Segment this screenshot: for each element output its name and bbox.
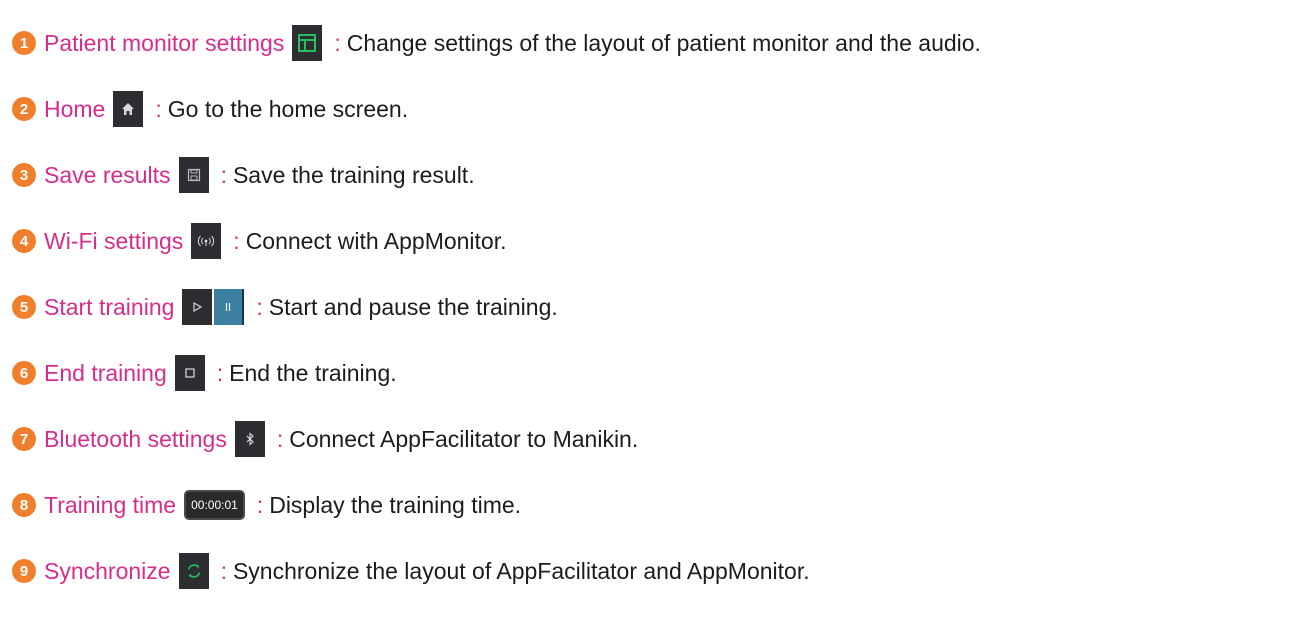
list-item-start-training: 5 Start training : Start and pause the t… (12, 274, 1292, 340)
number-badge: 9 (12, 559, 36, 583)
separator-colon: : (233, 227, 240, 254)
bluetooth-icon (234, 421, 265, 457)
item-description: Change settings of the layout of patient… (346, 29, 981, 56)
separator-colon: : (220, 557, 227, 584)
item-description: Start and pause the training. (268, 293, 558, 320)
list-item-end-training: 6 End training : End the training. (12, 340, 1292, 406)
save-results-button (178, 157, 209, 193)
separator-colon: : (220, 161, 227, 188)
pause-icon (214, 289, 245, 325)
number-badge: 8 (12, 493, 36, 517)
separator-colon: : (256, 491, 264, 518)
sync-icon (178, 553, 209, 589)
item-term: Bluetooth settings (44, 425, 227, 452)
separator-colon: : (155, 95, 162, 122)
number-badge: 4 (12, 229, 36, 253)
timer-display: 00:00:01 (184, 490, 245, 520)
bluetooth-settings-button (234, 421, 265, 457)
layout-icon (292, 25, 323, 61)
list-item-wifi-settings: 4 Wi-Fi settings : Connect with AppMonit… (12, 208, 1292, 274)
list-item-save-results: 3 Save results : Save the training resul… (12, 142, 1292, 208)
wifi-icon (191, 223, 222, 259)
icon-legend-list: 1 Patient monitor settings : Change sett… (12, 10, 1292, 604)
item-term: End training (44, 359, 167, 386)
training-time-display: 00:00:01 (184, 490, 245, 520)
play-icon (182, 289, 213, 325)
separator-colon: : (276, 425, 284, 452)
item-term: Save results (44, 161, 171, 188)
save-icon (178, 157, 209, 193)
home-button (113, 91, 144, 127)
number-badge: 7 (12, 427, 36, 451)
end-training-button (174, 355, 205, 391)
start-pause-training-buttons (182, 289, 245, 325)
item-term: Wi-Fi settings (44, 227, 184, 254)
item-description: Go to the home screen. (167, 95, 409, 122)
list-item-home: 2 Home : Go to the home screen. (12, 76, 1292, 142)
item-description: Synchronize the layout of AppFacilitator… (232, 557, 810, 584)
item-description: Save the training result. (232, 161, 475, 188)
item-description: Display the training time. (269, 491, 522, 518)
item-description: Connect AppFacilitator to Manikin. (289, 425, 639, 452)
item-term: Synchronize (44, 557, 171, 584)
item-term: Start training (44, 293, 175, 320)
list-item-training-time: 8 Training time 00:00:01 : Display the t… (12, 472, 1292, 538)
number-badge: 5 (12, 295, 36, 319)
wifi-settings-button (191, 223, 222, 259)
number-badge: 1 (12, 31, 36, 55)
item-term: Patient monitor settings (44, 29, 285, 56)
synchronize-button (178, 553, 209, 589)
item-description: Connect with AppMonitor. (245, 227, 507, 254)
list-item-synchronize: 9 Synchronize : Synchronize the layout o… (12, 538, 1292, 604)
number-badge: 3 (12, 163, 36, 187)
item-term: Training time (44, 491, 177, 518)
stop-icon (174, 355, 205, 391)
list-item-patient-monitor-settings: 1 Patient monitor settings : Change sett… (12, 10, 1292, 76)
number-badge: 2 (12, 97, 36, 121)
patient-monitor-settings-button (292, 25, 323, 61)
list-item-bluetooth-settings: 7 Bluetooth settings : Connect AppFacili… (12, 406, 1292, 472)
separator-colon: : (256, 293, 263, 320)
item-term: Home (44, 95, 106, 122)
separator-colon: : (216, 359, 224, 386)
home-icon (113, 91, 144, 127)
item-description: End the training. (229, 359, 397, 386)
separator-colon: : (334, 29, 341, 56)
number-badge: 6 (12, 361, 36, 385)
